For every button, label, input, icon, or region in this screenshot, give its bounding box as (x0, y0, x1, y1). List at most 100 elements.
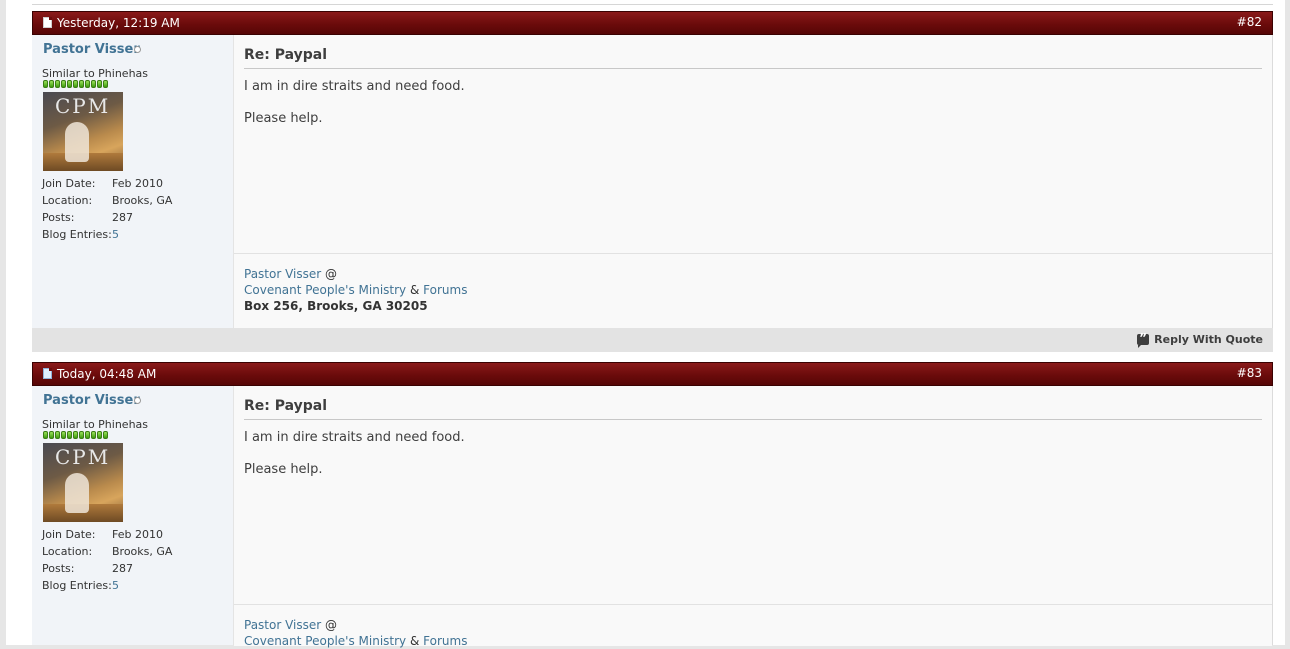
reputation-pip (49, 431, 54, 439)
blog-entries-link[interactable]: 5 (112, 577, 119, 594)
post-83: Today, 04:48 AM #83 Pastor Visser Simila… (32, 362, 1273, 649)
post-footer: Reply With Quote (32, 328, 1273, 352)
signature-name-link[interactable]: Pastor Visser (244, 267, 321, 281)
signature-at: @ (325, 267, 338, 281)
reply-with-quote-label: Reply With Quote (1154, 333, 1263, 346)
signature-lines: Pastor Visser @ Covenant People's Minist… (244, 617, 467, 649)
stat-value: 287 (112, 211, 133, 224)
stat-value: Feb 2010 (112, 177, 163, 190)
signature-at: @ (325, 618, 338, 632)
offline-dot-icon (134, 46, 141, 53)
avatar-logo-text: CPM (55, 445, 111, 469)
reputation-pip (49, 80, 54, 88)
stat-label: Join Date: (42, 177, 96, 190)
quote-bubble-icon (1137, 331, 1150, 348)
signature: Pastor Visser @ Covenant People's Minist… (234, 253, 1272, 329)
stat-location: Location: Brooks, GA (42, 192, 172, 209)
reputation-pip (103, 80, 108, 88)
post-content: Re: Paypal I am in dire straits and need… (244, 386, 1262, 604)
stat-label: Posts: (42, 562, 75, 575)
reputation-pip (55, 80, 60, 88)
reputation-pip (79, 80, 84, 88)
stat-value: 287 (112, 562, 133, 575)
avatar-figure (65, 473, 89, 513)
reply-with-quote-button[interactable]: Reply With Quote (1137, 331, 1263, 348)
post-text-line: Please help. (244, 462, 323, 477)
reputation-pip (103, 431, 108, 439)
document-icon (43, 368, 52, 379)
stat-value: Brooks, GA (112, 194, 173, 207)
previous-post-edge (32, 0, 1273, 5)
reputation-bar[interactable] (43, 431, 108, 439)
stat-label: Blog Entries: (42, 579, 112, 592)
stat-blog-entries: Blog Entries: 5 (42, 577, 172, 594)
signature: Pastor Visser @ Covenant People's Minist… (234, 604, 1272, 649)
avatar-figure (65, 122, 89, 162)
stat-posts: Posts: 287 (42, 209, 172, 226)
stat-label: Location: (42, 194, 93, 207)
reputation-pip (43, 80, 48, 88)
document-icon (43, 17, 52, 28)
user-info-panel: Pastor Visser Similar to Phinehas CPM Jo… (32, 35, 234, 328)
blog-entries-link[interactable]: 5 (112, 226, 119, 243)
signature-amp: & (409, 283, 420, 297)
post-body: Pastor Visser Similar to Phinehas CPM Jo… (32, 386, 1273, 649)
stat-posts: Posts: 287 (42, 560, 172, 577)
forum-page: Yesterday, 12:19 AM #82 Pastor Visser Si… (6, 0, 1285, 649)
reputation-pip (97, 431, 102, 439)
post-text-line: I am in dire straits and need food. (244, 79, 465, 94)
post-82: Yesterday, 12:19 AM #82 Pastor Visser Si… (32, 11, 1273, 352)
reputation-pip (97, 80, 102, 88)
reputation-pip (67, 431, 72, 439)
stat-value: Feb 2010 (112, 528, 163, 541)
reputation-pip (85, 80, 90, 88)
post-date-text: Yesterday, 12:19 AM (57, 16, 180, 30)
stat-label: Blog Entries: (42, 228, 112, 241)
post-text-line: I am in dire straits and need food. (244, 430, 465, 445)
user-info-panel: Pastor Visser Similar to Phinehas CPM Jo… (32, 386, 234, 645)
post-body: Pastor Visser Similar to Phinehas CPM Jo… (32, 35, 1273, 329)
user-title: Similar to Phinehas (42, 67, 149, 80)
reputation-pip (85, 431, 90, 439)
signature-name-link[interactable]: Pastor Visser (244, 618, 321, 632)
forums-link[interactable]: Forums (423, 634, 467, 648)
forums-link[interactable]: Forums (423, 283, 467, 297)
post-header: Today, 04:48 AM #83 (32, 362, 1273, 386)
reputation-pip (43, 431, 48, 439)
post-number-link[interactable]: #82 (1237, 15, 1262, 29)
avatar[interactable]: CPM (43, 92, 123, 171)
stat-value: Brooks, GA (112, 545, 173, 558)
avatar[interactable]: CPM (43, 443, 123, 522)
signature-amp: & (409, 634, 420, 648)
signature-lines: Pastor Visser @ Covenant People's Minist… (244, 266, 467, 314)
user-title: Similar to Phinehas (42, 418, 149, 431)
post-text-line: Please help. (244, 111, 323, 126)
user-stats: Join Date: Feb 2010 Location: Brooks, GA P… (42, 526, 172, 594)
reputation-bar[interactable] (43, 80, 108, 88)
post-number-link[interactable]: #83 (1237, 366, 1262, 380)
reputation-pip (73, 431, 78, 439)
reputation-pip (79, 431, 84, 439)
stat-location: Location: Brooks, GA (42, 543, 172, 560)
stat-label: Join Date: (42, 528, 96, 541)
reputation-pip (55, 431, 60, 439)
reputation-pip (61, 431, 66, 439)
username-link[interactable]: Pastor Visser (43, 42, 140, 57)
offline-dot-icon (134, 397, 141, 404)
reputation-pip (73, 80, 78, 88)
ministry-link[interactable]: Covenant People's Ministry (244, 634, 406, 648)
avatar-logo-text: CPM (55, 94, 111, 118)
reputation-pip (91, 431, 96, 439)
ministry-link[interactable]: Covenant People's Ministry (244, 283, 406, 297)
user-stats: Join Date: Feb 2010 Location: Brooks, GA P… (42, 175, 172, 243)
stat-join-date: Join Date: Feb 2010 (42, 175, 172, 192)
signature-address: Box 256, Brooks, GA 30205 (244, 299, 428, 313)
post-date: Yesterday, 12:19 AM (43, 16, 180, 30)
post-date: Today, 04:48 AM (43, 367, 156, 381)
stat-label: Posts: (42, 211, 75, 224)
username-link[interactable]: Pastor Visser (43, 393, 140, 408)
post-title: Re: Paypal (244, 47, 1262, 69)
stat-join-date: Join Date: Feb 2010 (42, 526, 172, 543)
stat-label: Location: (42, 545, 93, 558)
post-content: Re: Paypal I am in dire straits and need… (244, 35, 1262, 253)
